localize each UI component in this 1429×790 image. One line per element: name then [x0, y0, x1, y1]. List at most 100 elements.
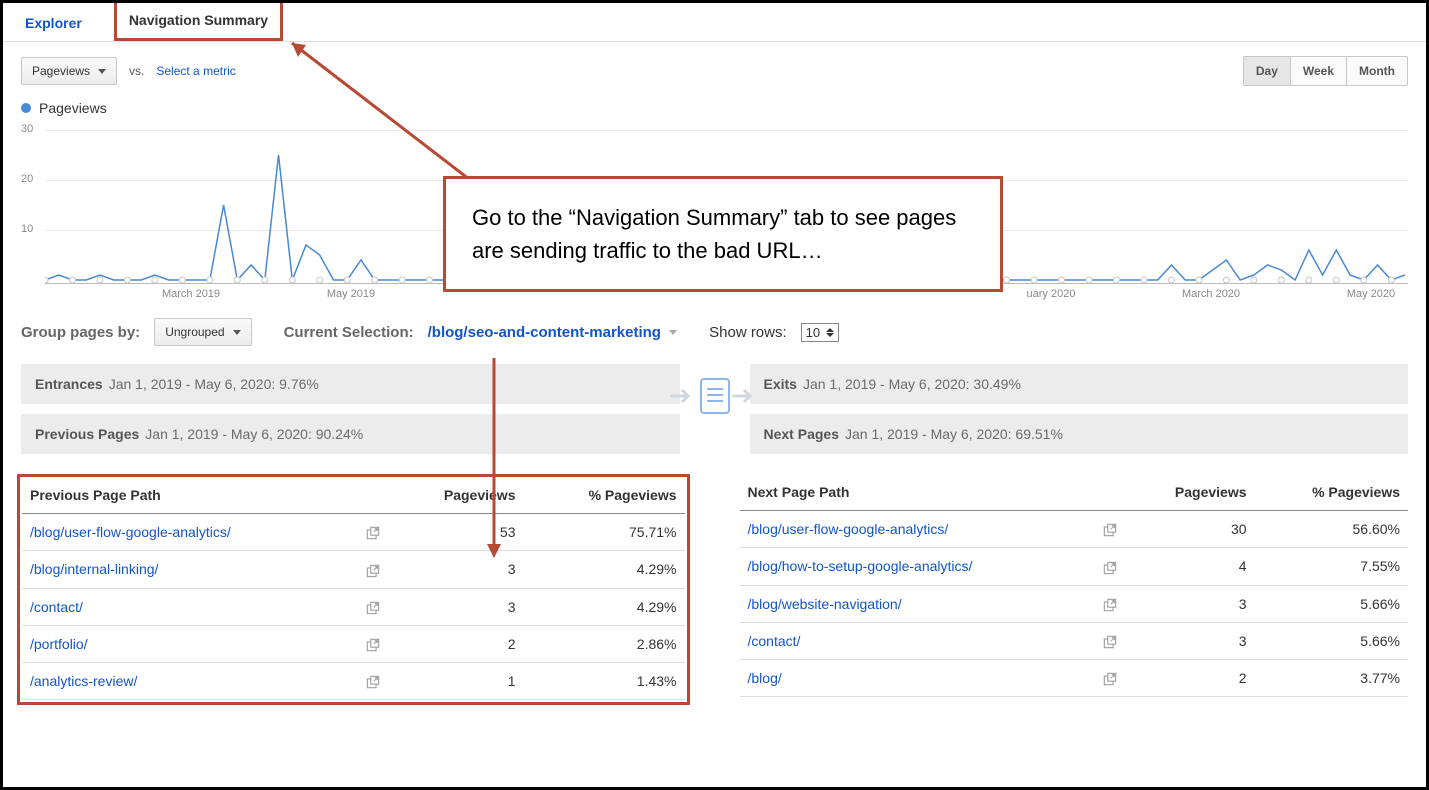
summary-rows: Entrances Jan 1, 2019 - May 6, 2020: 9.7…	[3, 364, 1426, 464]
col-pageviews[interactable]: Pageviews	[1125, 474, 1254, 511]
pct-pageviews-cell: 4.29%	[523, 551, 684, 588]
open-external-icon[interactable]	[1095, 511, 1125, 548]
path-link[interactable]: /blog/user-flow-google-analytics/	[22, 514, 358, 551]
path-link[interactable]: /blog/internal-linking/	[22, 551, 358, 588]
path-link[interactable]: /blog/website-navigation/	[740, 585, 1096, 622]
stepper-icon	[826, 328, 834, 337]
previous-pages-row: Previous Pages Jan 1, 2019 - May 6, 2020…	[21, 414, 680, 454]
current-selection-path[interactable]: /blog/seo-and-content-marketing	[428, 324, 661, 341]
legend-dot-icon	[21, 103, 31, 113]
next-page-table: Next Page Path Pageviews % Pageviews /bl…	[740, 474, 1409, 697]
table-row: /blog/user-flow-google-analytics/3056.60…	[740, 511, 1409, 548]
next-pages-key: Next Pages	[764, 426, 839, 442]
caret-down-icon[interactable]	[669, 330, 677, 335]
path-link[interactable]: /portfolio/	[22, 625, 358, 662]
col-pct-pageviews[interactable]: % Pageviews	[523, 477, 684, 514]
open-external-icon[interactable]	[1095, 660, 1125, 697]
xlabel-4: May 2020	[1347, 288, 1395, 300]
path-link[interactable]: /contact/	[22, 588, 358, 625]
previous-page-table: Previous Page Path Pageviews % Pageviews…	[22, 477, 685, 700]
caret-down-icon	[98, 69, 106, 74]
col-next-page-path[interactable]: Next Page Path	[740, 474, 1096, 511]
table-row: /contact/35.66%	[740, 622, 1409, 659]
pct-pageviews-cell: 7.55%	[1255, 548, 1408, 585]
pct-pageviews-cell: 75.71%	[523, 514, 684, 551]
table-row: /contact/34.29%	[22, 588, 685, 625]
previous-pages-key: Previous Pages	[35, 426, 139, 442]
open-external-icon[interactable]	[1095, 622, 1125, 659]
tab-explorer[interactable]: Explorer	[21, 3, 86, 41]
legend-label: Pageviews	[39, 100, 107, 116]
pageviews-cell: 3	[1125, 622, 1254, 659]
path-link[interactable]: /blog/user-flow-google-analytics/	[740, 511, 1096, 548]
metric-dropdown[interactable]: Pageviews	[21, 57, 117, 85]
annotation-callout: Go to the “Navigation Summary” tab to se…	[443, 176, 1003, 292]
group-by-dropdown[interactable]: Ungrouped	[154, 318, 251, 346]
pct-pageviews-cell: 5.66%	[1255, 585, 1408, 622]
col-pageviews[interactable]: Pageviews	[388, 477, 524, 514]
col-previous-page-path[interactable]: Previous Page Path	[22, 477, 358, 514]
seg-day[interactable]: Day	[1244, 57, 1290, 85]
pageviews-cell: 30	[1125, 511, 1254, 548]
col-pct-pageviews[interactable]: % Pageviews	[1255, 474, 1408, 511]
pct-pageviews-cell: 56.60%	[1255, 511, 1408, 548]
caret-down-icon	[233, 330, 241, 335]
path-link[interactable]: /blog/how-to-setup-google-analytics/	[740, 548, 1096, 585]
entrances-key: Entrances	[35, 376, 103, 392]
pageviews-cell: 53	[388, 514, 524, 551]
pageviews-cell: 3	[388, 588, 524, 625]
ytick-10: 10	[21, 223, 33, 235]
chart-legend: Pageviews	[3, 100, 1426, 120]
open-external-icon[interactable]	[358, 663, 388, 700]
pageviews-cell: 2	[1125, 660, 1254, 697]
open-external-icon[interactable]	[358, 625, 388, 662]
previous-pages-val: Jan 1, 2019 - May 6, 2020: 90.24%	[145, 426, 363, 442]
table-row: /blog/user-flow-google-analytics/5375.71…	[22, 514, 685, 551]
toolbar: Pageviews vs. Select a metric Day Week M…	[3, 42, 1426, 100]
open-external-icon[interactable]	[358, 588, 388, 625]
pageviews-cell: 4	[1125, 548, 1254, 585]
pageviews-cell: 3	[1125, 585, 1254, 622]
select-metric-link[interactable]: Select a metric	[156, 64, 235, 78]
path-link[interactable]: /blog/	[740, 660, 1096, 697]
table-row: /blog/23.77%	[740, 660, 1409, 697]
tab-navigation-summary[interactable]: Navigation Summary	[114, 0, 283, 41]
entrances-val: Jan 1, 2019 - May 6, 2020: 9.76%	[109, 376, 319, 392]
vs-label: vs.	[129, 64, 144, 78]
path-link[interactable]: /analytics-review/	[22, 663, 358, 700]
open-external-icon[interactable]	[358, 514, 388, 551]
open-external-icon[interactable]	[1095, 585, 1125, 622]
table-row: /portfolio/22.86%	[22, 625, 685, 662]
pageviews-cell: 3	[388, 551, 524, 588]
show-rows-select[interactable]: 10	[801, 323, 839, 342]
pageviews-cell: 1	[388, 663, 524, 700]
time-granularity: Day Week Month	[1243, 56, 1408, 86]
pageviews-cell: 2	[388, 625, 524, 662]
selectors-row: Group pages by: Ungrouped Current Select…	[3, 300, 1426, 364]
seg-week[interactable]: Week	[1290, 57, 1346, 85]
open-external-icon[interactable]	[358, 551, 388, 588]
analytics-frame: Explorer Navigation Summary Pageviews vs…	[0, 0, 1429, 790]
exits-row: Exits Jan 1, 2019 - May 6, 2020: 30.49%	[750, 364, 1409, 404]
table-row: /blog/internal-linking/34.29%	[22, 551, 685, 588]
tab-bar: Explorer Navigation Summary	[3, 3, 1426, 42]
xlabel-1: May 2019	[327, 288, 375, 300]
entrances-row: Entrances Jan 1, 2019 - May 6, 2020: 9.7…	[21, 364, 680, 404]
path-link[interactable]: /contact/	[740, 622, 1096, 659]
group-by-label: Group pages by:	[21, 324, 140, 341]
open-external-icon[interactable]	[1095, 548, 1125, 585]
table-row: /blog/how-to-setup-google-analytics/47.5…	[740, 548, 1409, 585]
ytick-30: 30	[21, 123, 33, 135]
show-rows-label: Show rows:	[709, 324, 787, 341]
next-pages-row: Next Pages Jan 1, 2019 - May 6, 2020: 69…	[750, 414, 1409, 454]
xlabel-0: March 2019	[162, 288, 220, 300]
table-row: /analytics-review/11.43%	[22, 663, 685, 700]
seg-month[interactable]: Month	[1346, 57, 1407, 85]
annotation-text: Go to the “Navigation Summary” tab to se…	[472, 205, 956, 263]
ytick-20: 20	[21, 173, 33, 185]
exits-val: Jan 1, 2019 - May 6, 2020: 30.49%	[803, 376, 1021, 392]
pct-pageviews-cell: 5.66%	[1255, 622, 1408, 659]
path-tables: Previous Page Path Pageviews % Pageviews…	[3, 474, 1426, 705]
pct-pageviews-cell: 3.77%	[1255, 660, 1408, 697]
next-pages-val: Jan 1, 2019 - May 6, 2020: 69.51%	[845, 426, 1063, 442]
